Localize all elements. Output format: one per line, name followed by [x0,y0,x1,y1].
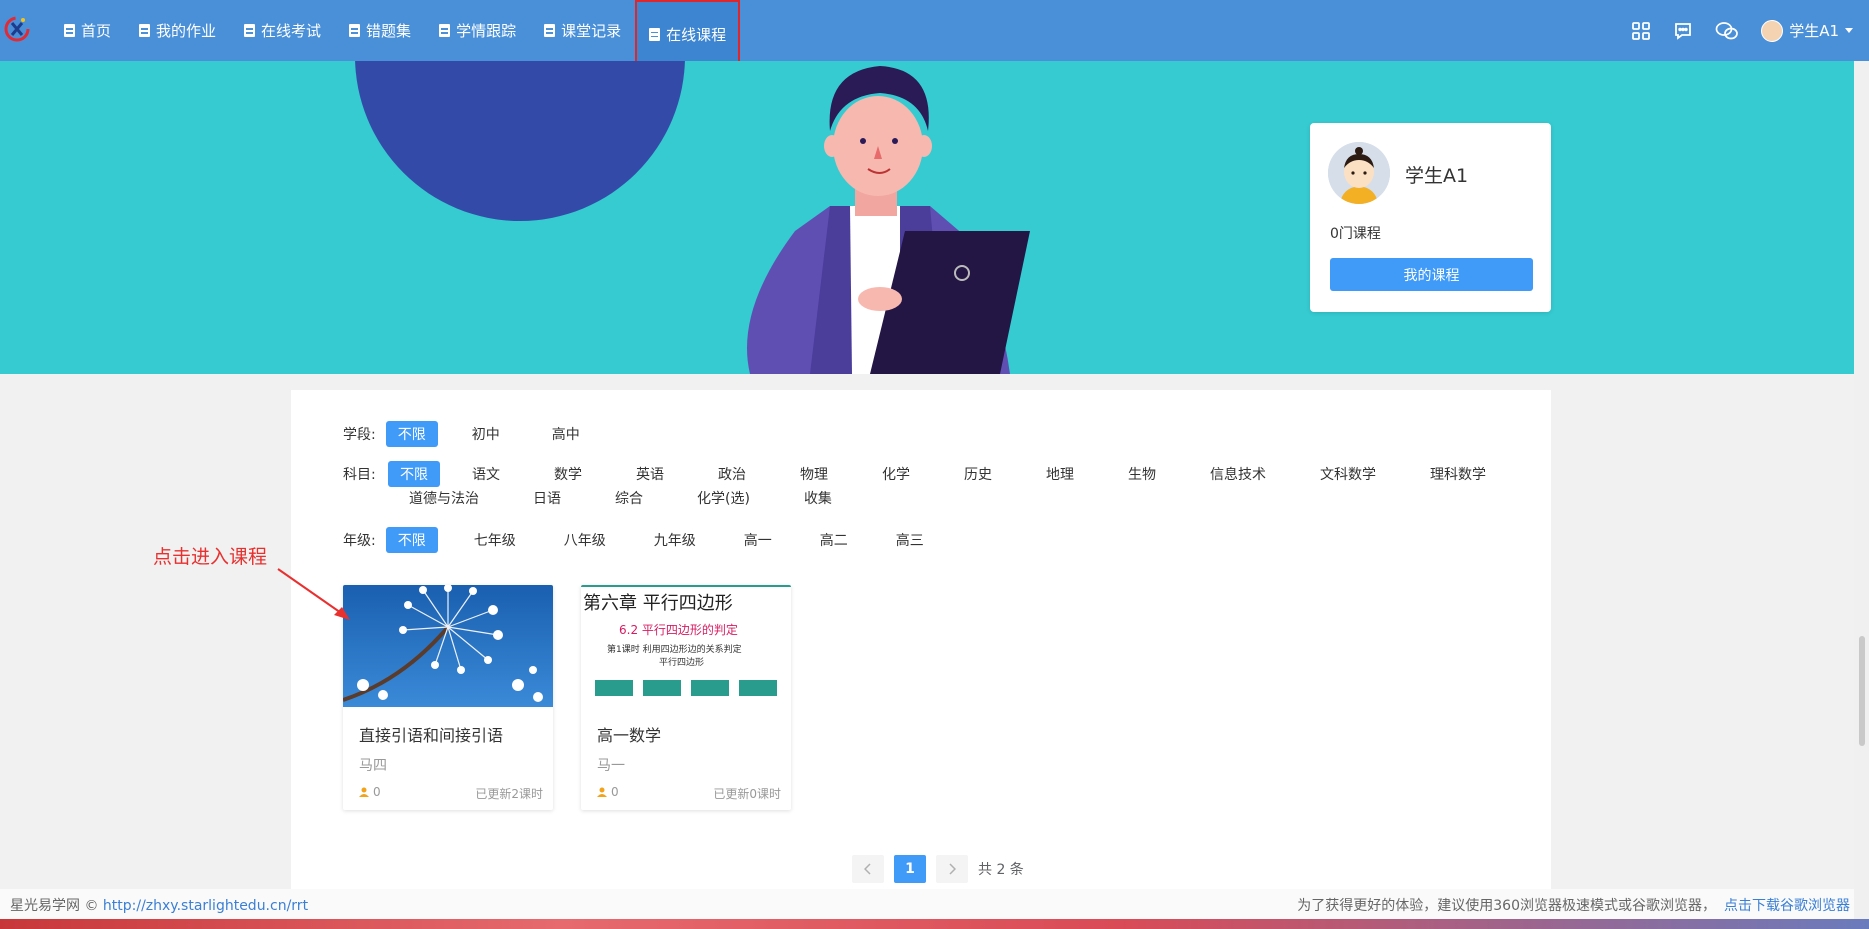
document-icon [349,24,361,37]
person-icon [597,787,607,797]
total-count: 共 2 条 [978,862,1024,878]
pagination: 1 共 2 条 [852,855,1024,883]
chevron-left-icon [864,863,871,875]
grade-option[interactable]: 不限 [385,527,438,553]
subject-option[interactable]: 化学(选) [685,485,762,511]
subject-option[interactable]: 生物 [1116,461,1168,487]
lessons-updated: 已更新0课时 [713,787,781,801]
subject-option[interactable]: 化学 [870,461,922,487]
user-menu[interactable]: 学生A1 [1761,19,1853,42]
os-taskbar [0,919,1869,929]
nav-item-class-records[interactable]: 课堂记录 [530,0,635,61]
avatar [1761,19,1784,42]
student-laptop-illustration [747,66,1030,374]
nav-item-homework[interactable]: 我的作业 [125,0,230,61]
course-teacher: 马四 [359,758,387,774]
filter-grade: 年级: 不限 七年级 八年级 九年级 高一 高二 高三 [343,527,936,553]
student-count: 0 [611,785,619,799]
course-card[interactable]: 第六章 平行四边形 6.2 平行四边形的判定 第1课时 利用四边形边的关系判定 … [581,585,791,810]
subject-option[interactable]: 收集 [792,485,844,511]
course-thumbnail [343,585,553,707]
annotation-label: 点击进入课程 [153,546,268,568]
stage-option[interactable]: 不限 [385,421,438,447]
hero-banner [0,61,1854,374]
stage-option[interactable]: 高中 [540,421,592,447]
lessons-updated: 已更新2课时 [475,787,543,801]
decorative-circle [355,61,685,221]
subject-option[interactable]: 数学 [542,461,594,487]
site-link[interactable]: http://zhxy.starlightedu.cn/rrt [103,898,308,914]
subject-option[interactable]: 日语 [521,485,573,511]
grade-option[interactable]: 高一 [732,527,784,553]
wechat-icon[interactable] [1715,21,1739,41]
annotation-arrow-icon [277,568,350,620]
student-count: 0 [373,785,381,799]
filter-stage: 学段: 不限 初中 高中 [343,421,592,447]
nav-item-home[interactable]: 首页 [50,0,125,61]
message-icon[interactable] [1673,21,1693,41]
course-title: 直接引语和间接引语 [359,726,504,745]
document-icon [439,24,451,37]
subject-option[interactable]: 历史 [952,461,1004,487]
document-icon [139,24,151,37]
course-card[interactable]: 直接引语和间接引语 马四 0 已更新2课时 [343,585,553,810]
grid-apps-icon[interactable] [1631,21,1651,41]
grade-option[interactable]: 七年级 [462,527,528,553]
chevron-right-icon [949,863,956,875]
subject-option[interactable]: 英语 [624,461,676,487]
next-page-button[interactable] [936,855,968,883]
scroll-thumb[interactable] [1859,636,1865,746]
page-number[interactable]: 1 [894,855,926,883]
grade-option[interactable]: 高三 [884,527,936,553]
prev-page-button[interactable] [852,855,884,883]
subject-option[interactable]: 综合 [603,485,655,511]
document-icon [649,27,661,41]
avatar [1328,142,1390,204]
subject-option[interactable]: 道德与法治 [397,485,491,511]
subject-option[interactable]: 理科数学 [1418,461,1498,487]
download-chrome-link[interactable]: 点击下载谷歌浏览器 [1724,898,1850,914]
subject-option[interactable]: 信息技术 [1198,461,1278,487]
grade-option[interactable]: 高二 [808,527,860,553]
grade-option[interactable]: 八年级 [552,527,618,553]
subject-option[interactable]: 语文 [460,461,512,487]
top-nav: 首页 我的作业 在线考试 错题集 学情跟踪 课堂记录 在线课程 学生A1 [0,0,1869,68]
grade-option[interactable]: 九年级 [642,527,708,553]
footer: 星光易学网 © http://zhxy.starlightedu.cn/rrt … [0,889,1854,919]
course-panel: 学段: 不限 初中 高中 科目: 不限 语文 数学 英语 政治 物理 化学 历史… [291,390,1551,890]
my-courses-button[interactable]: 我的课程 [1330,258,1533,291]
nav-item-learning-tracking[interactable]: 学情跟踪 [425,0,530,61]
nav-item-online-exam[interactable]: 在线考试 [230,0,335,61]
stage-option[interactable]: 初中 [460,421,512,447]
course-teacher: 马一 [597,758,625,774]
subject-option[interactable]: 政治 [706,461,758,487]
subject-option[interactable]: 不限 [388,461,440,487]
document-icon [64,24,75,37]
profile-name: 学生A1 [1405,165,1469,187]
logo-icon[interactable] [2,11,32,47]
course-thumbnail: 第六章 平行四边形 6.2 平行四边形的判定 第1课时 利用四边形边的关系判定 … [581,585,791,707]
document-icon [244,24,256,37]
document-icon [544,24,556,37]
course-count: 0门课程 [1330,226,1381,242]
nav-item-online-courses[interactable]: 在线课程 [635,0,741,68]
nav-item-mistakes[interactable]: 错题集 [335,0,425,61]
course-title: 高一数学 [597,726,662,745]
person-icon [359,787,369,797]
subject-option[interactable]: 文科数学 [1308,461,1388,487]
subject-option[interactable]: 地理 [1034,461,1086,487]
scrollbar[interactable] [1854,61,1869,919]
profile-card: 学生A1 0门课程 我的课程 [1310,123,1551,312]
subject-option[interactable]: 物理 [788,461,840,487]
chevron-down-icon [1845,28,1853,33]
